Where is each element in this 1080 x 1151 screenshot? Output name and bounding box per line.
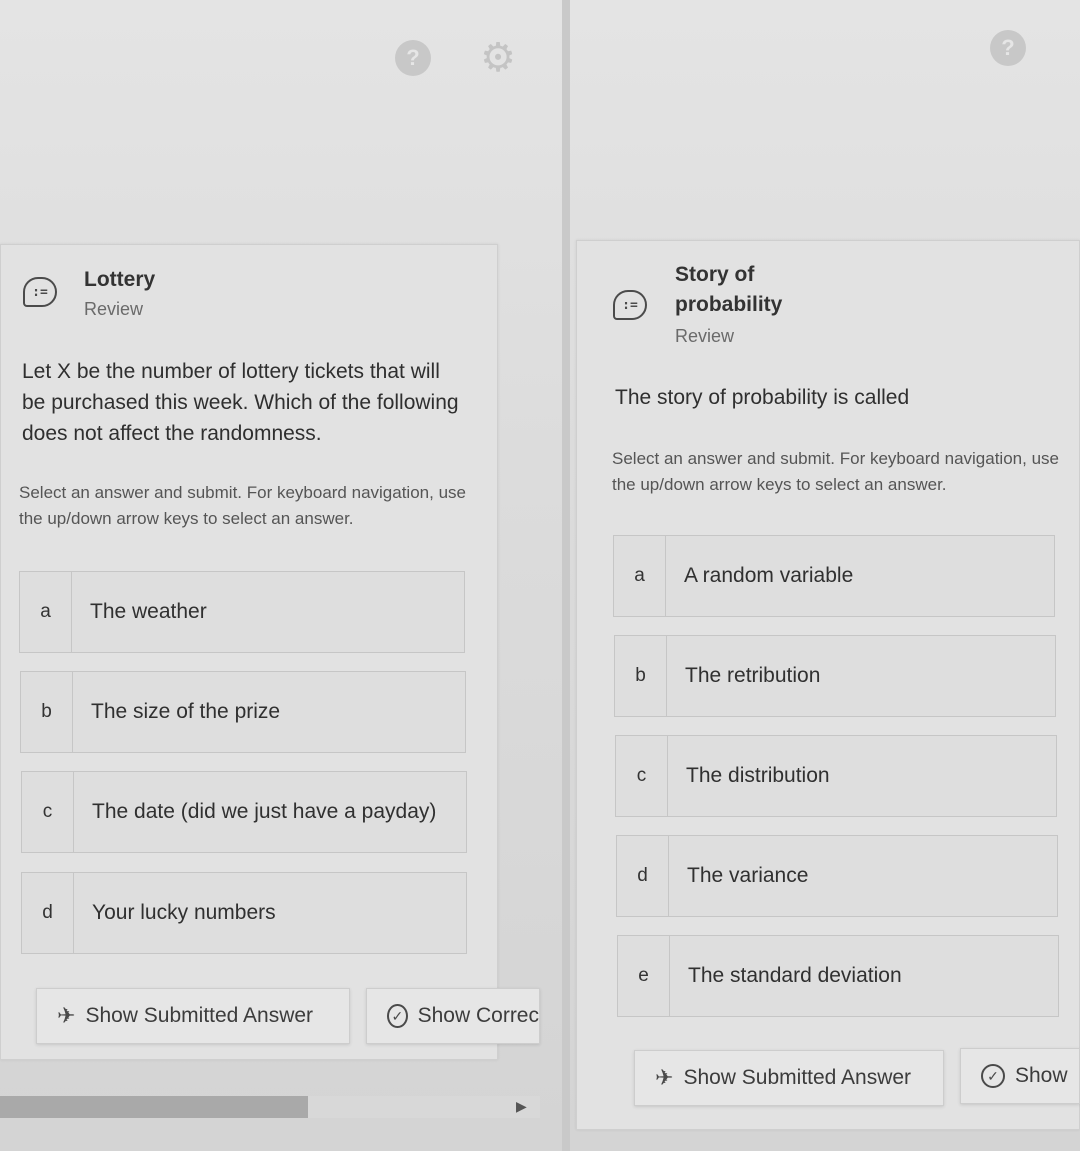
answer-option-c[interactable]: c The date (did we just have a payday)	[21, 771, 467, 853]
option-letter: c	[616, 736, 668, 816]
button-label: Show Submitted Answer	[683, 1066, 912, 1089]
option-text: The date (did we just have a payday)	[92, 800, 437, 823]
card-subtitle: Review	[84, 299, 144, 319]
option-letter: e	[618, 936, 670, 1016]
option-text: The variance	[687, 864, 809, 887]
card-title: Lottery	[84, 268, 156, 291]
question-card-story-of-probability: := Story of probability Review The story…	[576, 240, 1080, 1130]
question-text: Let X be the number of lottery tickets t…	[22, 360, 459, 445]
left-screen: ? ⚙ := Lottery Review Let X be the numbe…	[0, 0, 562, 1151]
instructions-text: Select an answer and submit. For keyboar…	[612, 449, 1059, 494]
question-list-icon: :=	[613, 290, 647, 320]
answer-option-d[interactable]: d The variance	[616, 835, 1058, 917]
answer-option-b[interactable]: b The retribution	[614, 635, 1056, 717]
option-letter: b	[21, 672, 73, 752]
help-icon[interactable]: ?	[990, 30, 1026, 66]
show-correct-answer-button[interactable]: ✓ Show	[960, 1048, 1080, 1104]
answer-option-e[interactable]: e The standard deviation	[617, 935, 1059, 1017]
check-circle-icon: ✓	[387, 1004, 408, 1028]
option-letter: a	[20, 572, 72, 652]
answer-option-c[interactable]: c The distribution	[615, 735, 1057, 817]
scrollbar-thumb[interactable]	[0, 1096, 308, 1118]
option-text: A random variable	[684, 564, 854, 587]
option-letter: a	[614, 536, 666, 616]
paper-plane-icon: ✈	[57, 1003, 76, 1028]
button-label: Show	[1015, 1064, 1068, 1087]
button-label: Show Correc	[417, 1004, 539, 1027]
option-letter: b	[615, 636, 667, 716]
show-correct-answer-button[interactable]: ✓ Show Correc	[366, 988, 540, 1044]
right-screen: ? := Story of probability Review The sto…	[570, 0, 1080, 1151]
scroll-right-arrow-icon[interactable]: ▶	[516, 1098, 527, 1115]
card-title-line-2: probability	[675, 293, 783, 316]
option-letter: d	[22, 873, 74, 953]
card-title-line-1: Story of	[675, 263, 755, 286]
answer-option-a[interactable]: a The weather	[19, 571, 465, 653]
question-list-icon: :=	[23, 277, 57, 307]
card-subtitle: Review	[675, 326, 735, 346]
answer-option-d[interactable]: d Your lucky numbers	[21, 872, 467, 954]
instructions-text: Select an answer and submit. For keyboar…	[19, 483, 466, 528]
option-letter: c	[22, 772, 74, 852]
option-text: The weather	[90, 600, 207, 623]
question-card-lottery: := Lottery Review Let X be the number of…	[0, 244, 498, 1060]
option-letter: d	[617, 836, 669, 916]
answer-option-a[interactable]: a A random variable	[613, 535, 1055, 617]
option-text: The standard deviation	[688, 964, 902, 987]
option-text: Your lucky numbers	[92, 901, 276, 924]
help-icon[interactable]: ?	[395, 40, 431, 76]
paper-plane-icon: ✈	[655, 1065, 674, 1090]
show-submitted-answer-button[interactable]: ✈ Show Submitted Answer	[634, 1050, 944, 1106]
option-text: The size of the prize	[91, 700, 281, 723]
gear-icon[interactable]: ⚙	[478, 38, 518, 78]
screen-divider	[562, 0, 570, 1151]
option-text: The retribution	[685, 664, 821, 687]
button-label: Show Submitted Answer	[85, 1004, 314, 1027]
answer-option-b[interactable]: b The size of the prize	[20, 671, 466, 753]
show-submitted-answer-button[interactable]: ✈ Show Submitted Answer	[36, 988, 350, 1044]
question-text: The story of probability is called	[615, 386, 910, 409]
option-text: The distribution	[686, 764, 830, 787]
check-circle-icon: ✓	[981, 1064, 1005, 1088]
